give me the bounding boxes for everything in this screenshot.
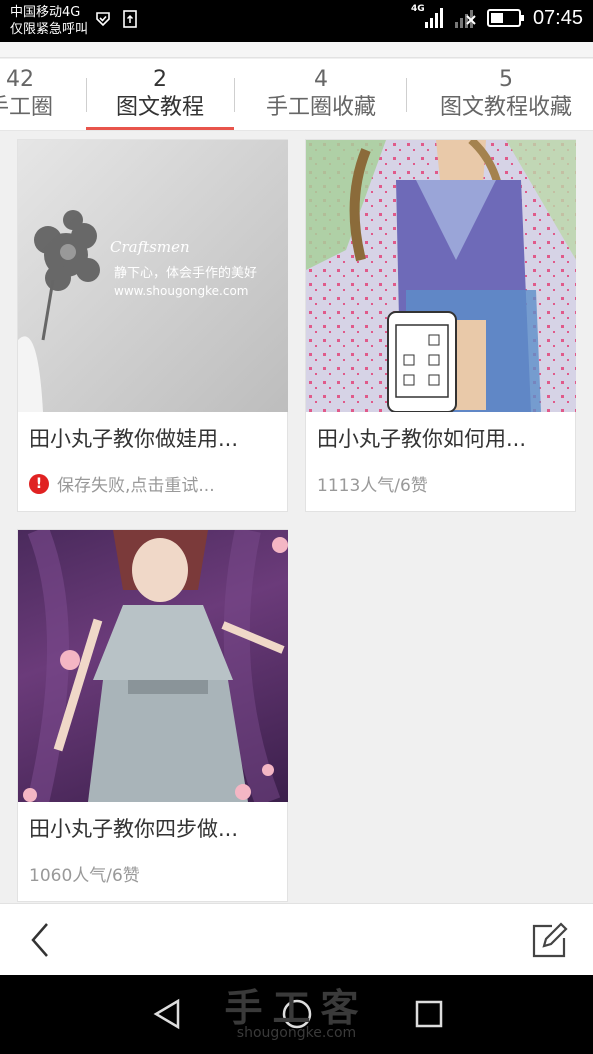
tab-label: 图文教程收藏	[439, 95, 572, 120]
tutorial-card[interactable]: 田小丸子教你四步做... 1060人气/6赞	[17, 529, 288, 902]
carrier-name: 中国移动4G	[10, 5, 81, 20]
bottom-action-bar	[0, 903, 593, 975]
tab-handcraft-favorites[interactable]: 4 手工圈收藏	[240, 67, 402, 123]
edit-icon[interactable]	[530, 920, 570, 960]
clock: 07:45	[532, 6, 583, 29]
tutorial-meta: 1060人气/6赞	[29, 866, 140, 886]
tab-handcraft-circle[interactable]: 42 手工圈	[0, 67, 80, 123]
system-nav-bar: 手工客 shougongke.com	[0, 975, 593, 1054]
tutorial-card[interactable]: 田小丸子教你如何用... 1113人气/6赞	[305, 139, 576, 512]
watermark-logo: 手工客	[224, 986, 369, 1030]
tab-bar: 42 手工圈 2 图文教程 4 手工圈收藏 5 图文教程收藏	[0, 59, 593, 131]
tutorial-thumbnail: Craftsmen 静下心，体会手作的美好 www.shougongke.com	[18, 140, 288, 412]
signal-empty-icon	[454, 10, 476, 28]
status-icons-right: 4G 07:45	[411, 4, 583, 30]
tutorial-meta: 保存失败,点击重试...	[57, 476, 215, 496]
tab-divider	[406, 78, 407, 112]
image-brand: Craftsmen	[110, 238, 190, 256]
watermark-url: shougongke.com	[236, 1025, 357, 1041]
save-failed-retry[interactable]: ! 保存失败,点击重试...	[29, 471, 215, 496]
status-bar: 中国移动4G 仅限紧急呼叫 4G 07:45	[0, 0, 593, 42]
tutorial-thumbnail	[18, 530, 288, 802]
tutorial-thumbnail	[306, 140, 576, 412]
battery-icon	[486, 9, 524, 27]
error-icon: !	[29, 473, 49, 494]
back-chevron-icon[interactable]	[25, 920, 55, 960]
signal-icon: 4G	[411, 4, 445, 30]
tab-label: 手工圈收藏	[265, 95, 376, 120]
tutorial-card[interactable]: Craftsmen 静下心，体会手作的美好 www.shougongke.com…	[17, 139, 288, 512]
tab-label: 图文教程	[115, 95, 204, 120]
tutorial-title: 田小丸子教你四步做...	[29, 817, 239, 841]
tab-tutorial-favorites[interactable]: 5 图文教程收藏	[420, 67, 592, 123]
emergency-only-text: 仅限紧急呼叫	[10, 22, 89, 37]
tab-graphic-tutorials[interactable]: 2 图文教程	[86, 67, 234, 123]
tutorial-meta: 1113人气/6赞	[317, 476, 428, 496]
tab-count: 2	[153, 67, 167, 92]
active-tab-indicator	[86, 127, 234, 130]
tutorial-title: 田小丸子教你如何用...	[317, 427, 527, 451]
tab-label: 手工圈	[0, 95, 53, 120]
sim-upload-icon	[123, 10, 137, 28]
tab-divider	[234, 78, 235, 112]
tab-count: 5	[499, 67, 513, 92]
image-url: www.shougongke.com	[114, 284, 249, 298]
status-icons-left	[95, 10, 137, 28]
tutorial-title: 田小丸子教你做娃用...	[29, 427, 239, 451]
image-slogan: 静下心，体会手作的美好	[114, 266, 258, 281]
shield-check-icon	[96, 12, 110, 27]
tab-count: 4	[314, 67, 328, 92]
carrier-info: 中国移动4G 仅限紧急呼叫	[10, 4, 88, 38]
tab-count: 42	[6, 67, 34, 92]
header-band	[0, 42, 593, 58]
tab-divider	[86, 78, 87, 112]
